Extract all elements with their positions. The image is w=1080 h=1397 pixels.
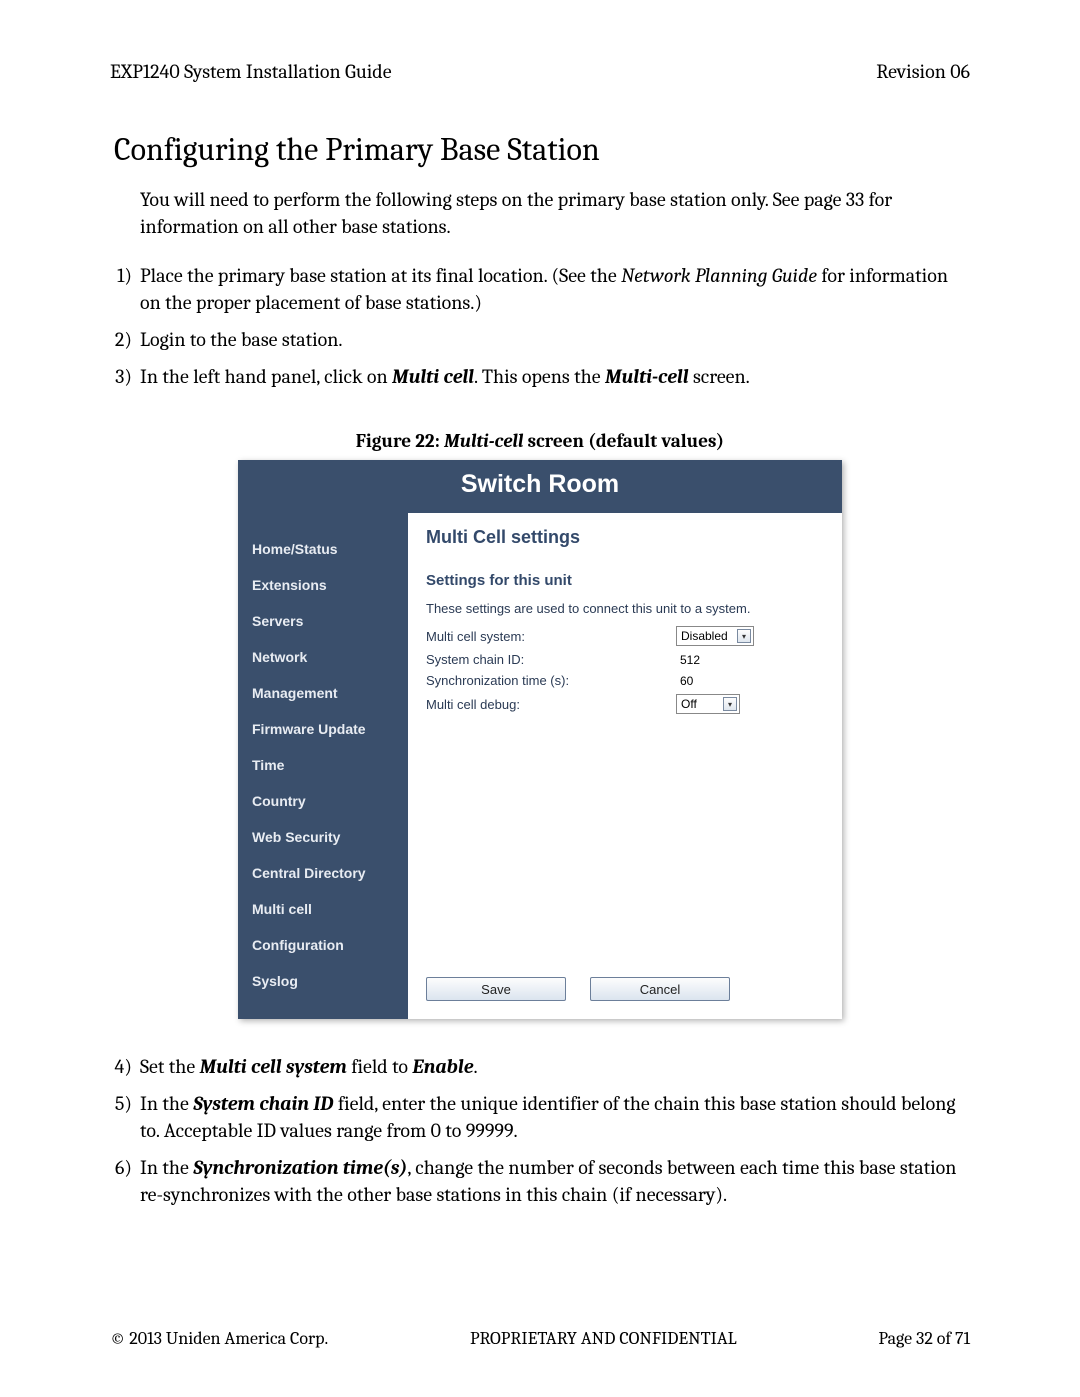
figure-caption: Figure 22: Multi-cell screen (default va… [110,430,970,452]
field-row-multi-cell-system: Multi cell system: Disabled ▾ [426,626,824,646]
step-number: 3) [110,363,140,390]
panel-description: These settings are used to connect this … [426,601,824,616]
step-item: 4) Set the Multi cell system field to En… [110,1053,970,1080]
sidebar-item-home[interactable]: Home/Status [238,531,408,567]
footer-left: © 2013 Uniden America Corp. [110,1328,328,1349]
page-footer: © 2013 Uniden America Corp. PROPRIETARY … [110,1328,970,1349]
sidebar-item-servers[interactable]: Servers [238,603,408,639]
field-row-chain-id: System chain ID: 512 [426,652,824,667]
save-button[interactable]: Save [426,977,566,1001]
sidebar-item-configuration[interactable]: Configuration [238,927,408,963]
footer-center: PROPRIETARY AND CONFIDENTIAL [470,1328,737,1349]
sidebar-item-management[interactable]: Management [238,675,408,711]
app-title: Switch Room [238,460,842,513]
chain-id-value: 512 [676,653,700,667]
chevron-down-icon: ▾ [723,697,737,711]
step-number: 2) [110,326,140,353]
step-item: 6) In the Synchronization time(s), chang… [110,1154,970,1208]
step-number: 5) [110,1090,140,1144]
screenshot-frame: Switch Room Home/Status Extensions Serve… [238,460,842,1019]
sidebar-item-time[interactable]: Time [238,747,408,783]
sidebar-item-network[interactable]: Network [238,639,408,675]
step-number: 4) [110,1053,140,1080]
select-value: Disabled [681,629,734,643]
field-label: Multi cell system: [426,629,676,644]
steps-list-top: 1) Place the primary base station at its… [110,262,970,390]
doc-title: EXP1240 System Installation Guide [110,60,392,83]
doc-revision: Revision 06 [876,60,970,83]
steps-list-bottom: 4) Set the Multi cell system field to En… [110,1053,970,1208]
sidebar-item-multi-cell[interactable]: Multi cell [238,891,408,927]
step-number: 6) [110,1154,140,1208]
sidebar-item-extensions[interactable]: Extensions [238,567,408,603]
sidebar-item-firmware[interactable]: Firmware Update [238,711,408,747]
footer-right: Page 32 of 71 [878,1328,970,1349]
field-row-sync-time: Synchronization time (s): 60 [426,673,824,688]
section-heading: Configuring the Primary Base Station [114,131,970,168]
field-label: Multi cell debug: [426,697,676,712]
field-label: System chain ID: [426,652,676,667]
sidebar-item-web-security[interactable]: Web Security [238,819,408,855]
sidebar-item-country[interactable]: Country [238,783,408,819]
multi-cell-debug-select[interactable]: Off ▾ [676,694,740,714]
step-item: 1) Place the primary base station at its… [110,262,970,316]
intro-paragraph: You will need to perform the following s… [140,186,970,240]
multi-cell-system-select[interactable]: Disabled ▾ [676,626,754,646]
select-value: Off [681,697,720,711]
panel-heading: Multi Cell settings [426,527,824,548]
sidebar-item-syslog[interactable]: Syslog [238,963,408,999]
sidebar: Home/Status Extensions Servers Network M… [238,513,408,1019]
field-label: Synchronization time (s): [426,673,676,688]
sync-time-value: 60 [676,674,693,688]
page-header: EXP1240 System Installation Guide Revisi… [110,60,970,83]
step-number: 1) [110,262,140,316]
main-panel: Multi Cell settings Settings for this un… [408,513,842,1019]
cancel-button[interactable]: Cancel [590,977,730,1001]
step-item: 2) Login to the base station. [110,326,970,353]
chevron-down-icon: ▾ [737,629,751,643]
step-item: 3) In the left hand panel, click on Mult… [110,363,970,390]
field-row-debug: Multi cell debug: Off ▾ [426,694,824,714]
panel-subheading: Settings for this unit [426,572,824,589]
step-item: 5) In the System chain ID field, enter t… [110,1090,970,1144]
sidebar-item-central-directory[interactable]: Central Directory [238,855,408,891]
